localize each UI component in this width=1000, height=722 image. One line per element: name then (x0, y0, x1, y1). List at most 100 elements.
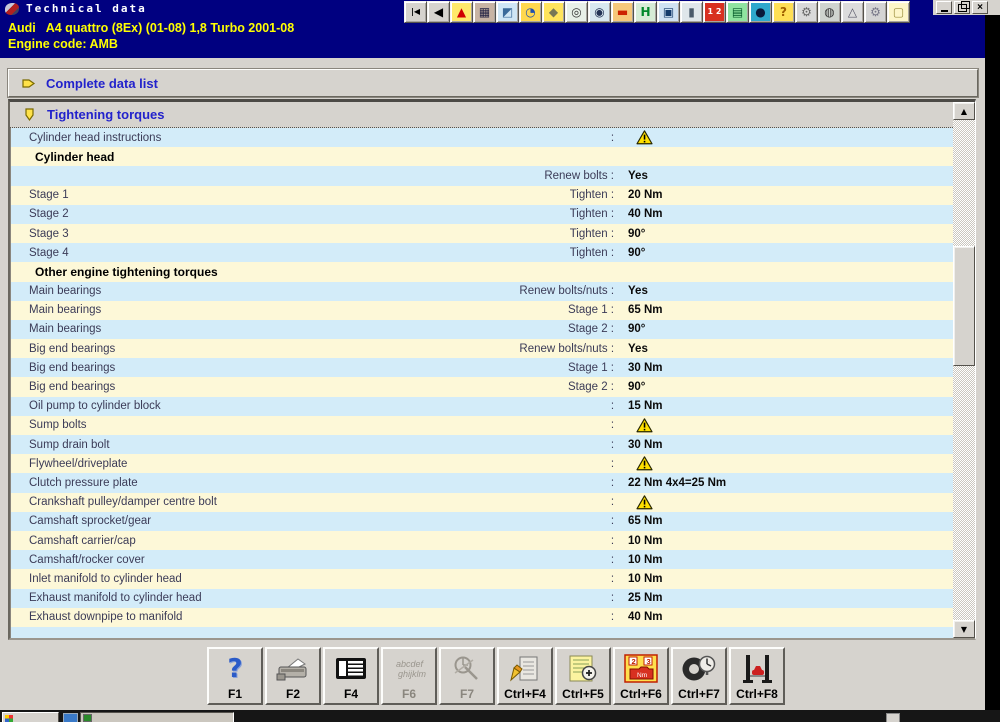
function-key-label: Ctrl+F5 (562, 687, 604, 701)
table-row: Exhaust downpipe to manifold:40 Nm (11, 608, 953, 627)
row-value: Yes (628, 170, 648, 182)
nav-first-icon[interactable]: |◀ (404, 1, 427, 23)
engine-numbers-icon[interactable]: 1 2 (703, 1, 726, 23)
row-value: 25 Nm (628, 592, 663, 604)
service-schedule-icon[interactable]: ◔ (519, 1, 542, 23)
scrollbar-thumb[interactable] (953, 246, 975, 366)
truck-icon[interactable]: ▣ (657, 1, 680, 23)
row-label: Crankshaft pulley/damper centre bolt (11, 496, 217, 508)
row-label: Stage 4 (11, 247, 69, 259)
row-label: Main bearings (11, 285, 101, 297)
row-property: : (87, 419, 614, 431)
gauge-icon-glyph: ◍ (824, 6, 834, 18)
scroll-up-button[interactable]: ▲ (953, 102, 975, 120)
assembly-warning-icon[interactable]: △ (841, 1, 864, 23)
table-section-row: Other engine tightening torques (11, 262, 953, 281)
help-car-icon[interactable]: ? (772, 1, 795, 23)
row-property: : (110, 439, 614, 451)
recalls-warning-icon[interactable]: ▲ (450, 1, 473, 23)
row-value: Yes (628, 343, 648, 355)
nav-back-icon[interactable]: ◀ (427, 1, 450, 23)
minimize-button[interactable] (936, 1, 952, 14)
row-property: : (136, 535, 614, 547)
tyre-gauge-icon (681, 650, 717, 687)
row-value: 90° (628, 247, 645, 259)
notes-icon[interactable]: ▢ (887, 1, 910, 23)
function-button-f2[interactable]: F2 (265, 647, 321, 705)
function-button-f4[interactable]: F4 (323, 647, 379, 705)
bodywork-icon[interactable]: ▬ (611, 1, 634, 23)
function-button-ctrl-f6[interactable]: 23NmCtrl+F6 (613, 647, 669, 705)
close-button[interactable]: × (972, 1, 988, 14)
row-value: 22 Nm 4x4=25 Nm (628, 477, 726, 489)
diagnostic-car-icon[interactable]: ● (749, 1, 772, 23)
row-label: Other engine tightening torques (11, 265, 218, 279)
tray-icon[interactable] (886, 713, 900, 722)
spark-plug-icon[interactable]: ▮ (680, 1, 703, 23)
vehicle-title: Audi A4 quattro (8Ex) (01-08) 1,8 Turbo … (8, 21, 294, 35)
table-row: Stage 1Tighten :20 Nm (11, 186, 953, 205)
warning-icon[interactable] (636, 456, 653, 471)
bodywork-icon-glyph: ▬ (617, 6, 628, 18)
table-row: Sump drain bolt:30 Nm (11, 435, 953, 454)
row-label: Exhaust downpipe to manifold (11, 611, 182, 623)
row-property: Stage 2 : (115, 381, 614, 393)
function-button-ctrl-f5[interactable]: Ctrl+F5 (555, 647, 611, 705)
repair-tools-icon[interactable]: ◩ (496, 1, 519, 23)
taskbar-task-button[interactable] (80, 712, 234, 722)
gears-icon[interactable]: ⚙ (795, 1, 818, 23)
warning-icon[interactable] (636, 495, 653, 510)
close-icon: × (977, 2, 983, 13)
row-property: : (182, 573, 614, 585)
scroll-down-button[interactable]: ▼ (953, 620, 975, 638)
warning-icon[interactable] (636, 130, 653, 145)
row-value-cell: 90° (614, 323, 953, 335)
row-label: Inlet manifold to cylinder head (11, 573, 182, 585)
row-label: Flywheel/driveplate (11, 458, 127, 470)
assembly-warning-icon-glyph: △ (848, 6, 857, 18)
quick-launch-icon[interactable] (63, 713, 78, 722)
diagnostic-car-icon-glyph: ● (755, 6, 765, 18)
warning-icon[interactable] (636, 418, 653, 433)
top-toolbar: |◀◀▲▦◩◔◆◎◉▬H▣▮1 2▤●?⚙◍△⚙▢ (404, 1, 910, 23)
function-button-ctrl-f8[interactable]: Ctrl+F8 (729, 647, 785, 705)
restore-button[interactable] (954, 1, 970, 14)
scrollbar-track[interactable] (953, 120, 975, 620)
svg-text:ghijklm: ghijklm (398, 669, 427, 679)
start-button[interactable] (2, 712, 59, 722)
row-label: Sump bolts (11, 419, 87, 431)
table-row: Exhaust manifold to cylinder head:25 Nm (11, 589, 953, 608)
section-arrow-right-icon (21, 76, 36, 91)
row-label: Stage 2 (11, 208, 69, 220)
print-icon[interactable]: ▤ (726, 1, 749, 23)
row-label: Big end bearings (11, 381, 115, 393)
row-value: 40 Nm (628, 611, 663, 623)
section-complete-data-list[interactable]: Complete data list (8, 69, 978, 97)
row-label: Big end bearings (11, 362, 115, 374)
gauges-icon[interactable]: ◉ (588, 1, 611, 23)
wheel-tyre-icon[interactable]: ◎ (565, 1, 588, 23)
function-button-ctrl-f7[interactable]: Ctrl+F7 (671, 647, 727, 705)
manuals-icon[interactable]: ▦ (473, 1, 496, 23)
key-adjustments-icon[interactable]: ◆ (542, 1, 565, 23)
section-label: Tightening torques (47, 107, 164, 122)
function-button-f6: abcdefghijklmF6 (381, 647, 437, 705)
vertical-scrollbar[interactable]: ▲ ▼ (953, 102, 975, 638)
window-title: Technical data (26, 2, 147, 15)
table-row: Stage 3Tighten :90° (11, 224, 953, 243)
function-button-f1[interactable]: ?F1 (207, 647, 263, 705)
list-icon (333, 650, 369, 687)
section-arrow-down-icon (22, 107, 37, 122)
screen: Technical data |◀◀▲▦◩◔◆◎◉▬H▣▮1 2▤●?⚙◍△⚙▢… (0, 0, 1000, 722)
spark-plug-icon-glyph: ▮ (688, 6, 695, 18)
vehicle-hoist-icon[interactable]: H (634, 1, 657, 23)
gauge-icon[interactable]: ◍ (818, 1, 841, 23)
section-tightening-torques[interactable]: Tightening torques (10, 102, 953, 128)
row-value-cell: 25 Nm (614, 592, 953, 604)
table-row: Camshaft carrier/cap:10 Nm (11, 531, 953, 550)
transmission-icon[interactable]: ⚙ (864, 1, 887, 23)
help-icon: ? (227, 650, 242, 687)
row-value: 10 Nm (628, 554, 663, 566)
function-button-ctrl-f4[interactable]: Ctrl+F4 (497, 647, 553, 705)
row-property: Tighten : (69, 247, 614, 259)
